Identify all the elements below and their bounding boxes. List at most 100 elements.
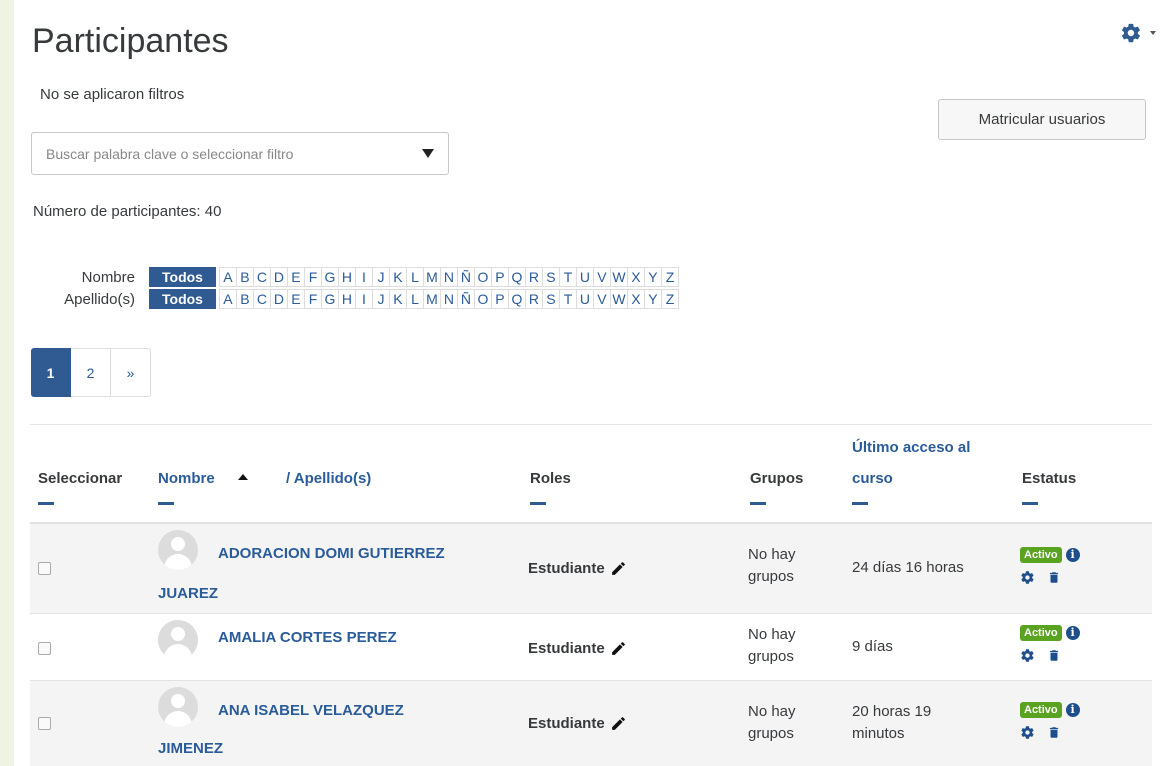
groups-cell: No hay grupos xyxy=(748,624,828,668)
user-name-link[interactable]: ADORACION DOMI GUTIERREZ xyxy=(218,546,445,561)
lastname-initials-bar: Apellido(s) Todos ABCDEFGHIJKLMNÑOPQRSTU… xyxy=(34,288,679,310)
initial-letter-link[interactable]: E xyxy=(287,289,305,309)
initial-letter-link[interactable]: V xyxy=(593,267,611,287)
initial-letter-link[interactable]: Ñ xyxy=(457,267,475,287)
initial-letter-link[interactable]: N xyxy=(440,289,458,309)
user-name-link[interactable]: AMALIA CORTES PEREZ xyxy=(218,630,397,645)
sort-name-header[interactable]: Nombre xyxy=(158,470,215,487)
initial-letter-link[interactable]: J xyxy=(372,289,390,309)
initial-letter-link[interactable]: H xyxy=(338,267,356,287)
user-name-link[interactable]: ANA ISABEL VELAZQUEZ xyxy=(218,703,404,718)
initial-letter-link[interactable]: I xyxy=(355,267,373,287)
initial-letter-link[interactable]: B xyxy=(236,289,254,309)
initial-letter-link[interactable]: P xyxy=(491,289,509,309)
pencil-icon[interactable] xyxy=(610,715,627,732)
initial-letter-link[interactable]: R xyxy=(525,289,543,309)
collapse-column-icon[interactable] xyxy=(852,502,868,505)
initial-letter-link[interactable]: W xyxy=(610,267,628,287)
initials-all-button[interactable]: Todos xyxy=(149,267,216,287)
gear-icon[interactable] xyxy=(1020,648,1035,668)
groups-cell: No hay grupos xyxy=(748,701,828,745)
initial-letter-link[interactable]: N xyxy=(440,267,458,287)
initial-letter-link[interactable]: W xyxy=(610,289,628,309)
collapse-column-icon[interactable] xyxy=(530,502,546,505)
info-icon[interactable]: i xyxy=(1065,702,1080,717)
info-icon[interactable]: i xyxy=(1065,625,1080,640)
avatar xyxy=(158,687,198,727)
select-checkbox[interactable] xyxy=(38,642,51,655)
initial-letter-link[interactable]: C xyxy=(253,267,271,287)
initial-letter-link[interactable]: Q xyxy=(508,289,526,309)
sort-surname-header[interactable]: / Apellido(s) xyxy=(286,470,371,487)
initial-letter-link[interactable]: V xyxy=(593,289,611,309)
last-access-text: 9 días xyxy=(852,638,893,655)
next-page-link[interactable]: » xyxy=(111,348,151,397)
initial-letter-link[interactable]: I xyxy=(355,289,373,309)
enrol-users-button[interactable]: Matricular usuarios xyxy=(938,99,1146,140)
initial-letter-link[interactable]: H xyxy=(338,289,356,309)
settings-menu-button[interactable] xyxy=(1120,22,1156,44)
initial-letter-link[interactable]: U xyxy=(576,289,594,309)
initial-letter-link[interactable]: L xyxy=(406,289,424,309)
pencil-icon[interactable] xyxy=(610,560,627,577)
role-cell: Estudiante xyxy=(528,560,627,577)
initial-letter-link[interactable]: J xyxy=(372,267,390,287)
trash-icon[interactable] xyxy=(1047,570,1061,590)
initial-letter-link[interactable]: D xyxy=(270,289,288,309)
initial-letter-link[interactable]: A xyxy=(218,267,237,287)
initial-letter-link[interactable]: M xyxy=(423,289,441,309)
initial-letter-link[interactable]: Y xyxy=(644,289,662,309)
initial-letter-link[interactable]: Z xyxy=(661,289,679,309)
initial-letter-link[interactable]: Y xyxy=(644,267,662,287)
initial-letter-link[interactable]: O xyxy=(474,267,492,287)
info-icon[interactable]: i xyxy=(1065,547,1080,562)
select-checkbox[interactable] xyxy=(38,562,51,575)
initial-letter-link[interactable]: T xyxy=(559,289,577,309)
trash-icon[interactable] xyxy=(1047,648,1061,668)
initial-letter-link[interactable]: U xyxy=(576,267,594,287)
initial-letter-link[interactable]: E xyxy=(287,267,305,287)
initial-letter-link[interactable]: X xyxy=(627,267,645,287)
initial-letter-link[interactable]: R xyxy=(525,267,543,287)
select-checkbox[interactable] xyxy=(38,717,51,730)
search-filter-select[interactable]: Buscar palabra clave o seleccionar filtr… xyxy=(31,132,449,175)
collapse-column-icon[interactable] xyxy=(750,502,766,505)
initial-letter-link[interactable]: P xyxy=(491,267,509,287)
initial-letter-link[interactable]: Q xyxy=(508,267,526,287)
collapse-column-icon[interactable] xyxy=(1022,502,1038,505)
initial-letter-link[interactable]: D xyxy=(270,267,288,287)
initial-letter-link[interactable]: Z xyxy=(661,267,679,287)
initial-letter-link[interactable]: S xyxy=(542,267,560,287)
collapse-column-icon[interactable] xyxy=(158,502,174,505)
initial-letter-link[interactable]: X xyxy=(627,289,645,309)
sort-last-access-header[interactable]: Último acceso al xyxy=(852,439,970,456)
initial-letter-link[interactable]: K xyxy=(389,267,407,287)
initial-letter-link[interactable]: F xyxy=(304,267,322,287)
gear-icon[interactable] xyxy=(1020,570,1035,590)
initial-letter-link[interactable]: C xyxy=(253,289,271,309)
initials-all-button[interactable]: Todos xyxy=(149,289,216,309)
initial-letter-link[interactable]: S xyxy=(542,289,560,309)
user-name-link-line2[interactable]: JIMENEZ xyxy=(158,741,223,756)
collapse-column-icon[interactable] xyxy=(38,502,54,505)
initial-letter-link[interactable]: B xyxy=(236,267,254,287)
initial-letter-link[interactable]: T xyxy=(559,267,577,287)
initial-letter-link[interactable]: A xyxy=(218,289,237,309)
initial-letter-link[interactable]: G xyxy=(321,267,339,287)
last-access-header-line2[interactable]: curso xyxy=(852,470,893,487)
initial-letter-link[interactable]: M xyxy=(423,267,441,287)
page-2-link[interactable]: 2 xyxy=(71,348,111,397)
gear-icon[interactable] xyxy=(1020,725,1035,745)
initial-letter-link[interactable]: L xyxy=(406,267,424,287)
initial-letter-link[interactable]: F xyxy=(304,289,322,309)
initials-bars: Nombre Todos ABCDEFGHIJKLMNÑOPQRSTUVWXYZ… xyxy=(34,266,679,310)
user-name-link-line2[interactable]: JUAREZ xyxy=(158,586,218,601)
initial-letter-link[interactable]: G xyxy=(321,289,339,309)
initial-letter-link[interactable]: O xyxy=(474,289,492,309)
status-header: Estatus xyxy=(1022,470,1077,487)
initial-letter-link[interactable]: K xyxy=(389,289,407,309)
initial-letter-link[interactable]: Ñ xyxy=(457,289,475,309)
trash-icon[interactable] xyxy=(1047,725,1061,745)
page-1-link[interactable]: 1 xyxy=(31,348,71,397)
pencil-icon[interactable] xyxy=(610,640,627,657)
